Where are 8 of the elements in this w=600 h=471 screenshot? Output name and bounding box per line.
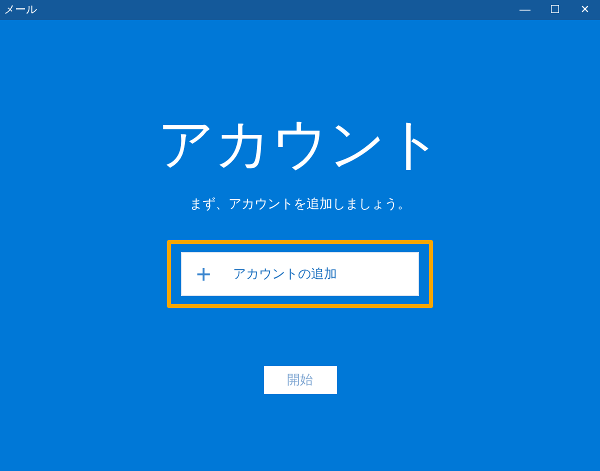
window-title: メール bbox=[3, 2, 38, 18]
heading: アカウント bbox=[158, 116, 442, 172]
close-button[interactable]: ✕ bbox=[570, 0, 600, 20]
add-account-button[interactable]: + アカウントの追加 bbox=[181, 252, 419, 296]
minimize-button[interactable]: — bbox=[510, 0, 540, 20]
subtitle: まず、アカウントを追加しましょう。 bbox=[190, 195, 410, 213]
maximize-button[interactable]: ☐ bbox=[540, 0, 570, 20]
plus-icon: + bbox=[196, 260, 212, 286]
